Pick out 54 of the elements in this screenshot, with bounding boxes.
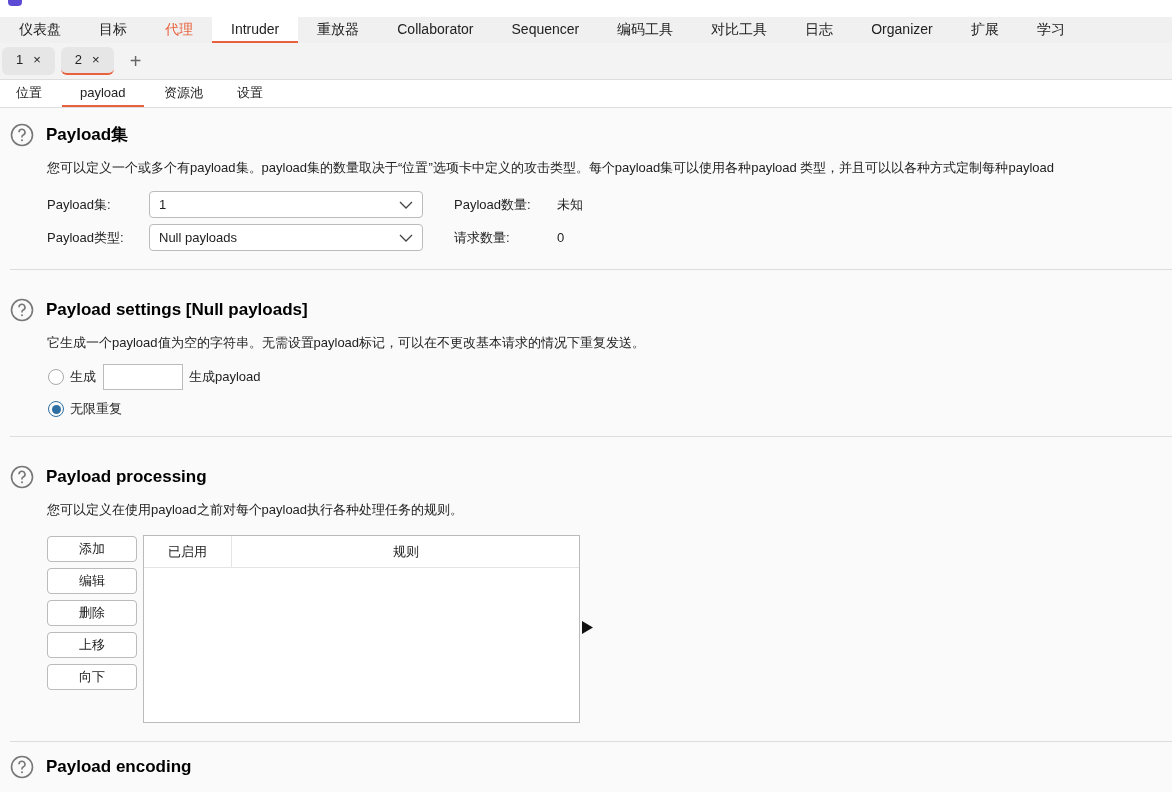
- sub-tab[interactable]: 设置: [222, 80, 277, 107]
- info-label: Payload数量:: [454, 195, 532, 214]
- rule-button[interactable]: 添加: [47, 536, 137, 562]
- sub-tab[interactable]: 位置: [2, 80, 56, 107]
- radio-label: 无限重复: [70, 400, 122, 419]
- info-value: 未知: [557, 195, 583, 214]
- count-field[interactable]: [103, 364, 183, 390]
- app-logo: [8, 0, 22, 6]
- info-label: 请求数量:: [454, 228, 511, 247]
- section-title: Payload集: [46, 124, 129, 146]
- main-tab[interactable]: 目标: [80, 17, 146, 43]
- sub-tab[interactable]: 资源池: [149, 80, 217, 107]
- section-title: Payload processing: [46, 466, 207, 488]
- section-title: Payload encoding: [46, 756, 192, 778]
- rule-button[interactable]: 删除: [47, 600, 137, 626]
- section-description: 它生成一个payload值为空的字符串。无需设置payload标记，可以在不更改基本请求的情况下重复发送。: [47, 333, 647, 352]
- chevron-down-icon: [399, 233, 413, 242]
- info-value: 0: [557, 228, 565, 247]
- main-tab[interactable]: 重放器: [298, 17, 379, 43]
- main-tab[interactable]: Sequencer: [492, 17, 599, 43]
- rule-button[interactable]: 向下: [47, 664, 137, 690]
- chevron-down-icon: [399, 200, 413, 209]
- play-icon[interactable]: [582, 621, 593, 634]
- sub-tab[interactable]: payload: [62, 80, 144, 107]
- help-icon[interactable]: [10, 122, 34, 147]
- main-tab[interactable]: Collaborator: [378, 17, 493, 43]
- field-suffix: 生成payload: [189, 368, 261, 387]
- main-tab[interactable]: 仪表盘: [0, 17, 80, 43]
- column-header: 已启用: [144, 536, 232, 567]
- column-header: 规则: [391, 542, 420, 561]
- dropdown[interactable]: Null payloads: [149, 224, 423, 251]
- rule-button[interactable]: 编辑: [47, 568, 137, 594]
- main-tab[interactable]: 日志: [786, 17, 853, 43]
- attack-tab[interactable]: 1 ×: [2, 47, 55, 75]
- field-label: Payload类型:: [47, 228, 125, 247]
- section-title: Payload settings [Null payloads]: [46, 299, 308, 321]
- attack-tab[interactable]: 2 ×: [60, 47, 114, 75]
- add-tab-button[interactable]: +: [123, 46, 148, 76]
- field-label: Payload集:: [47, 195, 112, 214]
- main-tab[interactable]: 编码工具: [598, 17, 693, 43]
- dropdown[interactable]: 1: [149, 191, 423, 218]
- help-icon[interactable]: [10, 464, 34, 489]
- main-tab[interactable]: Organizer: [852, 17, 952, 43]
- help-icon[interactable]: [10, 754, 34, 779]
- main-tab[interactable]: 学习: [1017, 17, 1084, 43]
- radio-button[interactable]: [48, 369, 64, 385]
- main-tab[interactable]: Intruder: [212, 17, 299, 43]
- main-tab[interactable]: 对比工具: [692, 17, 787, 43]
- section-description: 您可以定义一个或多个有payload集。payload集的数量取决于“位置”选项卡中定义的攻击类型。每个payload集可以使用各种payload 类型，并且可以以各种方式定制每种payload: [47, 158, 1055, 177]
- section-description: 您可以定义在使用payload之前对每个payload执行各种处理任务的规则。: [47, 500, 465, 519]
- help-icon[interactable]: [10, 297, 34, 322]
- main-tab[interactable]: 扩展: [951, 17, 1018, 43]
- radio-label: 生成: [70, 368, 96, 387]
- rule-button[interactable]: 上移: [47, 632, 137, 658]
